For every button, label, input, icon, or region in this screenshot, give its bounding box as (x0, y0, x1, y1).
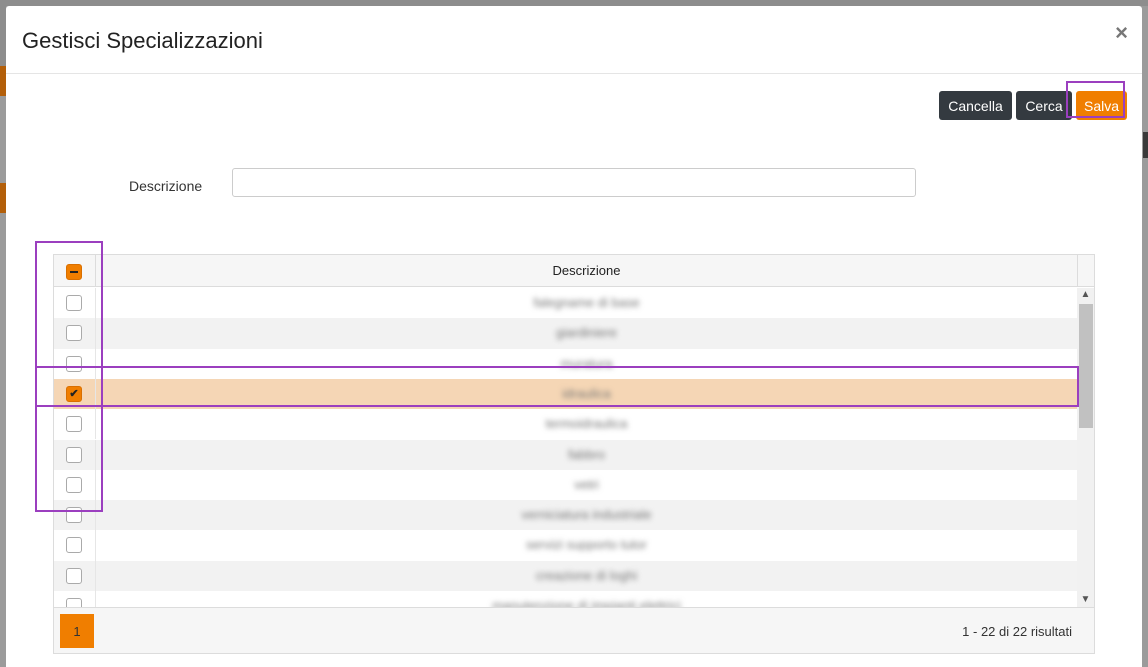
row-description: verniciatura industriale (521, 507, 652, 523)
annotation-highlight-selected-row (35, 366, 1079, 407)
scroll-up-icon[interactable]: ▲ (1077, 288, 1094, 302)
descrizione-column-header[interactable]: Descrizione (96, 263, 1077, 278)
row-description: fabbro (568, 446, 605, 462)
annotation-highlight-salva (1066, 81, 1125, 118)
row-description: vetri (574, 476, 599, 492)
page-1-button[interactable]: 1 (60, 614, 94, 648)
row-description: giardiniere (556, 325, 617, 341)
table-row[interactable]: servizi supporto tutor (54, 530, 1077, 561)
table-row[interactable]: creazione di loghi (54, 560, 1077, 591)
table-row[interactable]: vetri (54, 469, 1077, 501)
table-row[interactable]: fabbro (54, 439, 1077, 470)
grid-body[interactable]: falegname di base giardiniere muratura ✔… (54, 288, 1077, 607)
grid-scrollbar[interactable]: ▲ ▼ (1077, 288, 1094, 607)
scroll-down-icon[interactable]: ▼ (1077, 593, 1094, 607)
descrizione-filter-input[interactable] (232, 168, 916, 197)
table-row[interactable]: termoidraulica (54, 409, 1077, 440)
row-description: servizi supporto tutor (526, 537, 647, 553)
row-checkbox[interactable] (66, 537, 82, 554)
table-row[interactable]: falegname di base (54, 288, 1077, 319)
modal-header: Gestisci Specializzazioni × (6, 6, 1142, 74)
row-checkbox[interactable] (66, 567, 82, 584)
row-description: manutenzione di impianti elettrici (492, 598, 681, 607)
row-checkbox[interactable] (66, 598, 82, 607)
modal-title: Gestisci Specializzazioni (22, 28, 263, 53)
grid-footer: 1 1 - 22 di 22 risultati (54, 607, 1094, 653)
scroll-thumb[interactable] (1079, 304, 1093, 428)
specializations-grid: Descrizione falegname di base giardinier… (53, 254, 1095, 654)
row-description: termoidraulica (545, 416, 628, 432)
manage-specializations-modal: Gestisci Specializzazioni × Cancella Cer… (6, 6, 1142, 667)
column-separator (1077, 255, 1078, 287)
grid-header: Descrizione (54, 255, 1094, 287)
cerca-button[interactable]: Cerca (1016, 91, 1072, 120)
descrizione-filter-label: Descrizione (129, 178, 203, 194)
close-icon[interactable]: × (1115, 21, 1128, 45)
table-row[interactable]: manutenzione di impianti elettrici (54, 591, 1077, 607)
table-row[interactable]: giardiniere (54, 318, 1077, 349)
pagination-info: 1 - 22 di 22 risultati (962, 624, 1072, 639)
table-row[interactable]: verniciatura industriale (54, 500, 1077, 531)
row-description: falegname di base (533, 295, 640, 310)
background-right-mark (1143, 132, 1148, 158)
cancella-button[interactable]: Cancella (939, 91, 1012, 120)
row-description: creazione di loghi (535, 567, 638, 583)
